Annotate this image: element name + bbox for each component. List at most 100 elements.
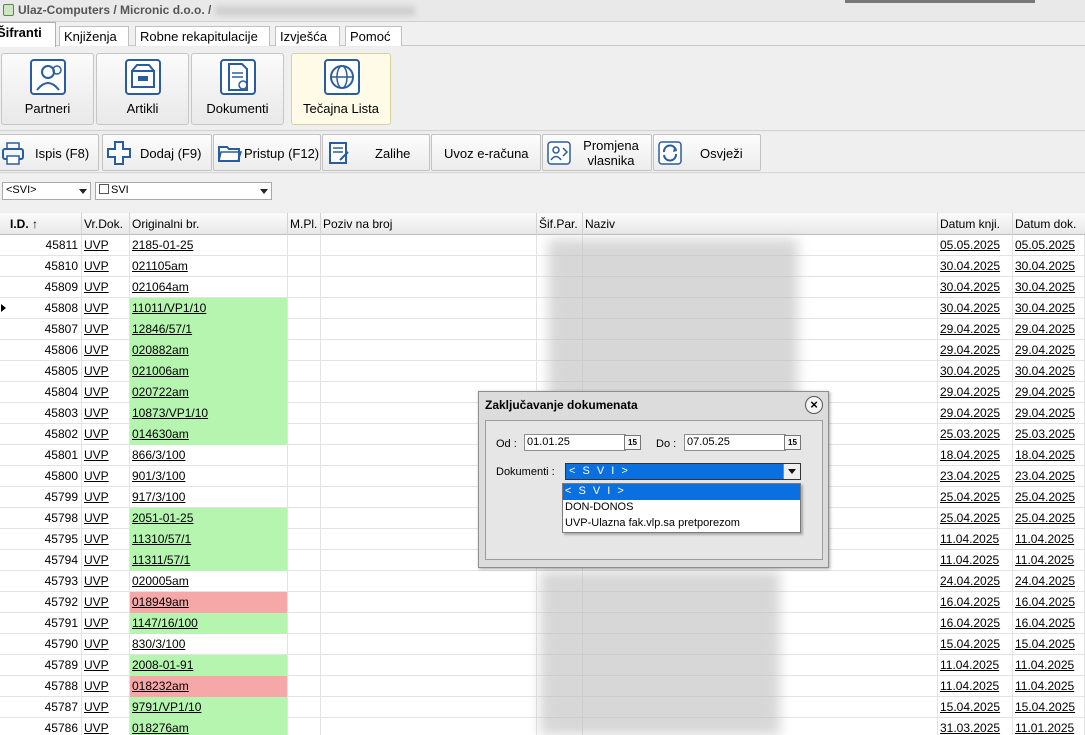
cell-m-pl[interactable]	[288, 613, 321, 634]
cell-vr-dok[interactable]: UVP	[82, 718, 130, 735]
cell-id[interactable]: 45793	[0, 571, 82, 592]
cell-originalni-br[interactable]: 866/3/100	[130, 445, 288, 466]
cell-poziv-na-broj[interactable]	[321, 697, 537, 718]
cell-m-pl[interactable]	[288, 319, 321, 340]
cell-originalni-br[interactable]: 11011/VP1/10	[130, 298, 288, 319]
cell-id[interactable]: 45809	[0, 277, 82, 298]
cell-vr-dok[interactable]: UVP	[82, 676, 130, 697]
cell-datum-dok[interactable]: 30.04.2025	[1013, 298, 1085, 319]
cell-datum-dok[interactable]: 15.04.2025	[1013, 697, 1085, 718]
cell-vr-dok[interactable]: UVP	[82, 487, 130, 508]
cell-id[interactable]: 45807	[0, 319, 82, 340]
cell-datum-dok[interactable]: 29.04.2025	[1013, 403, 1085, 424]
filter-combo-1[interactable]: <SVI>	[2, 182, 91, 200]
cell-datum-knji[interactable]: 30.04.2025	[938, 361, 1013, 382]
cell-m-pl[interactable]	[288, 403, 321, 424]
cell-id[interactable]: 45798	[0, 508, 82, 529]
cell-poziv-na-broj[interactable]	[321, 592, 537, 613]
cell-originalni-br[interactable]: 014630am	[130, 424, 288, 445]
cell-vr-dok[interactable]: UVP	[82, 298, 130, 319]
cell-m-pl[interactable]	[288, 235, 321, 256]
col-id[interactable]: I.D. ↑	[0, 213, 82, 235]
osvjezi-button[interactable]: Osvježi	[653, 134, 761, 171]
cell-vr-dok[interactable]: UVP	[82, 277, 130, 298]
col-originalni-br[interactable]: Originalni br.	[130, 213, 288, 235]
table-row[interactable]: 45808 UVP 11011/VP1/10 30.04.2025 30.04.2025	[0, 298, 1085, 319]
cell-datum-knji[interactable]: 16.04.2025	[938, 613, 1013, 634]
cell-id[interactable]: 45790	[0, 634, 82, 655]
cell-m-pl[interactable]	[288, 655, 321, 676]
cell-datum-dok[interactable]: 11.04.2025	[1013, 655, 1085, 676]
cell-originalni-br[interactable]: 2008-01-91	[130, 655, 288, 676]
cell-id[interactable]: 45787	[0, 697, 82, 718]
cell-id[interactable]: 45791	[0, 613, 82, 634]
ispis-button[interactable]: Ispis (F8)	[0, 134, 99, 171]
cell-datum-knji[interactable]: 24.04.2025	[938, 571, 1013, 592]
cell-vr-dok[interactable]: UVP	[82, 529, 130, 550]
cell-datum-dok[interactable]: 30.04.2025	[1013, 256, 1085, 277]
cell-originalni-br[interactable]: 018276am	[130, 718, 288, 735]
cell-m-pl[interactable]	[288, 445, 321, 466]
cell-m-pl[interactable]	[288, 298, 321, 319]
cell-m-pl[interactable]	[288, 277, 321, 298]
cell-originalni-br[interactable]: 9791/VP1/10	[130, 697, 288, 718]
dodaj-button[interactable]: Dodaj (F9)	[102, 134, 212, 171]
artikli-button[interactable]: Artikli	[96, 53, 189, 125]
cell-id[interactable]: 45808	[0, 298, 82, 319]
cell-vr-dok[interactable]: UVP	[82, 403, 130, 424]
cell-datum-knji[interactable]: 11.04.2025	[938, 550, 1013, 571]
cell-datum-dok[interactable]: 11.01.2025	[1013, 718, 1085, 735]
cell-poziv-na-broj[interactable]	[321, 718, 537, 735]
cell-vr-dok[interactable]: UVP	[82, 592, 130, 613]
dokumenti-select[interactable]: < S V I >	[565, 463, 801, 480]
tab-pomoc[interactable]: Pomoć	[345, 26, 402, 46]
zalihe-button[interactable]: Zalihe	[322, 134, 430, 171]
cell-m-pl[interactable]	[288, 466, 321, 487]
table-row[interactable]: 45810 UVP 021105am 30.04.2025 30.04.2025	[0, 256, 1085, 277]
col-poziv-na-broj[interactable]: Poziv na broj	[321, 213, 537, 235]
cell-poziv-na-broj[interactable]	[321, 361, 537, 382]
cell-id[interactable]: 45801	[0, 445, 82, 466]
cell-datum-knji[interactable]: 05.05.2025	[938, 235, 1013, 256]
cell-datum-knji[interactable]: 15.04.2025	[938, 634, 1013, 655]
cell-originalni-br[interactable]: 021064am	[130, 277, 288, 298]
cell-datum-knji[interactable]: 29.04.2025	[938, 340, 1013, 361]
cell-poziv-na-broj[interactable]	[321, 277, 537, 298]
cell-vr-dok[interactable]: UVP	[82, 361, 130, 382]
col-naziv[interactable]: Naziv	[583, 213, 938, 235]
cell-id[interactable]: 45804	[0, 382, 82, 403]
tab-sifranti[interactable]: Šifranti	[0, 22, 56, 47]
cell-m-pl[interactable]	[288, 718, 321, 735]
cell-poziv-na-broj[interactable]	[321, 340, 537, 361]
cell-vr-dok[interactable]: UVP	[82, 256, 130, 277]
cell-datum-knji[interactable]: 18.04.2025	[938, 445, 1013, 466]
cell-datum-knji[interactable]: 11.04.2025	[938, 676, 1013, 697]
cell-originalni-br[interactable]: 021006am	[130, 361, 288, 382]
od-date-input[interactable]: 01.01.25	[524, 434, 626, 451]
cell-m-pl[interactable]	[288, 508, 321, 529]
cell-originalni-br[interactable]: 830/3/100	[130, 634, 288, 655]
promjena-vlasnika-button[interactable]: Promjena vlasnika	[542, 134, 652, 171]
chevron-down-icon[interactable]	[783, 464, 800, 479]
cell-poziv-na-broj[interactable]	[321, 298, 537, 319]
cell-originalni-br[interactable]: 11310/57/1	[130, 529, 288, 550]
cell-vr-dok[interactable]: UVP	[82, 319, 130, 340]
cell-originalni-br[interactable]: 11311/57/1	[130, 550, 288, 571]
cell-originalni-br[interactable]: 2185-01-25	[130, 235, 288, 256]
cell-id[interactable]: 45792	[0, 592, 82, 613]
cell-id[interactable]: 45800	[0, 466, 82, 487]
col-m-pl[interactable]: M.Pl.	[288, 213, 321, 235]
cell-id[interactable]: 45799	[0, 487, 82, 508]
cell-id[interactable]: 45795	[0, 529, 82, 550]
cell-datum-dok[interactable]: 29.04.2025	[1013, 382, 1085, 403]
cell-datum-dok[interactable]: 29.04.2025	[1013, 319, 1085, 340]
cell-datum-dok[interactable]: 23.04.2025	[1013, 466, 1085, 487]
cell-originalni-br[interactable]: 901/3/100	[130, 466, 288, 487]
cell-datum-dok[interactable]: 30.04.2025	[1013, 277, 1085, 298]
cell-m-pl[interactable]	[288, 361, 321, 382]
cell-id[interactable]: 45788	[0, 676, 82, 697]
checkbox-icon[interactable]	[99, 184, 109, 194]
cell-datum-knji[interactable]: 23.04.2025	[938, 466, 1013, 487]
cell-datum-dok[interactable]: 25.04.2025	[1013, 508, 1085, 529]
cell-m-pl[interactable]	[288, 571, 321, 592]
